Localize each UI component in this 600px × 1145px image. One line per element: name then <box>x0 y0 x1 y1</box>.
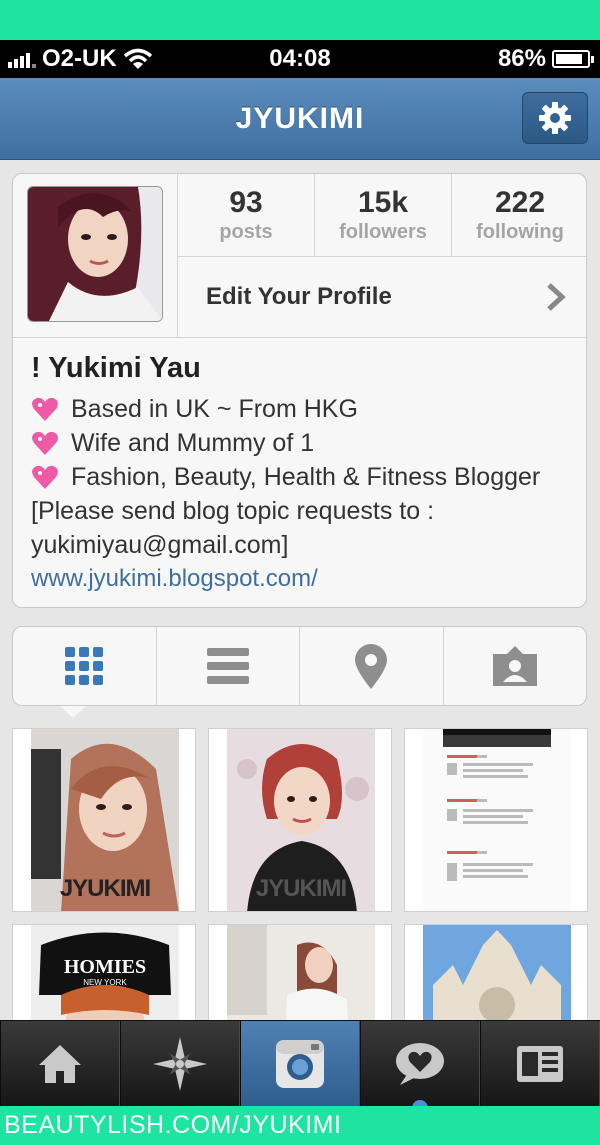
stat-count: 93 <box>229 186 263 219</box>
bio-note: [Please send blog topic requests to : <box>31 497 435 525</box>
website-link[interactable]: www.jyukimi.blogspot.com/ <box>31 562 586 596</box>
settings-button[interactable] <box>522 92 588 144</box>
stat-count: 15k <box>357 186 409 219</box>
tab-tagged-photos[interactable] <box>442 627 587 705</box>
bio-text: Based in UK ~ From HKG <box>71 395 358 423</box>
status-bar: O2-UK 04:08 86% <box>0 40 600 78</box>
camera-icon <box>276 1039 324 1088</box>
tab-grid-view[interactable] <box>13 627 156 705</box>
grid-view-icon <box>65 647 104 685</box>
gear-icon <box>539 102 571 134</box>
profile-stats: 93 posts 15k followers 222 following <box>178 174 586 256</box>
sparkling-heart-icon <box>32 465 58 489</box>
battery-percent: 86% <box>497 45 546 72</box>
bio-line: Wife and Mummy of 1 <box>31 426 586 460</box>
photo-watermark: JYUKIMI <box>59 875 151 902</box>
chevron-right-icon <box>547 283 566 311</box>
nav-bar: JYUKIMI <box>0 78 600 160</box>
phone-screen: O2-UK 04:08 86% JYUKIMI 93 posts 15k fol… <box>0 40 600 1106</box>
watermark-footer: BEAUTYLISH.COM/JYUKIMI <box>0 1106 600 1145</box>
photo-thumbnail[interactable]: JYUKIMI <box>208 728 392 912</box>
news-icon <box>396 1042 444 1085</box>
bio-line: Based in UK ~ From HKG <box>31 392 586 426</box>
battery-icon <box>552 50 594 68</box>
profile-card: 93 posts 15k followers 222 following Edi… <box>12 173 587 608</box>
photo-thumbnail[interactable]: JYUKIMI <box>12 728 196 912</box>
stat-posts[interactable]: 93 posts <box>178 174 314 256</box>
stat-label: followers <box>339 221 427 243</box>
tab-list-view[interactable] <box>155 627 300 705</box>
stat-count: 222 <box>494 186 546 219</box>
explore-icon <box>153 1036 207 1091</box>
tab-explore[interactable] <box>120 1021 240 1106</box>
tab-camera[interactable] <box>240 1021 360 1106</box>
view-tabs <box>12 626 587 706</box>
edit-profile-button[interactable]: Edit Your Profile <box>178 256 586 337</box>
home-icon <box>39 1044 81 1083</box>
edit-profile-label: Edit Your Profile <box>206 283 392 310</box>
tab-profile[interactable] <box>480 1021 600 1106</box>
photo-watermark: JYUKIMI <box>255 875 347 902</box>
status-right: 86% <box>497 45 594 73</box>
avatar[interactable] <box>27 186 163 322</box>
bio-text: Wife and Mummy of 1 <box>71 429 315 457</box>
battery-level-fill <box>556 54 582 64</box>
profile-name: ! Yukimi Yau <box>31 352 201 384</box>
profile-icon <box>517 1045 563 1082</box>
active-tab-pointer <box>60 706 86 718</box>
bottom-tab-bar <box>0 1020 600 1106</box>
page-title: JYUKIMI <box>235 102 365 135</box>
stat-followers[interactable]: 15k followers <box>314 174 451 256</box>
profile-bio: ! Yukimi Yau Based in UK ~ From HKG Wife… <box>13 337 586 607</box>
stat-label: posts <box>219 221 273 243</box>
sparkling-heart-icon <box>32 431 58 455</box>
tab-map-view[interactable] <box>299 627 443 705</box>
list-view-icon <box>206 648 249 684</box>
bio-line: Fashion, Beauty, Health & Fitness Blogge… <box>31 460 586 494</box>
beanie-text: HOMIES <box>64 956 146 978</box>
photo-thumbnail[interactable] <box>404 728 588 912</box>
tagged-photos-icon <box>492 646 537 686</box>
bio-text: Fashion, Beauty, Health & Fitness Blogge… <box>71 463 541 491</box>
map-pin-icon <box>355 644 388 689</box>
bio-email: yukimiyau@gmail.com] <box>31 531 289 559</box>
stat-label: following <box>476 221 564 243</box>
tab-news[interactable] <box>360 1021 480 1106</box>
avatar-photo <box>28 187 162 321</box>
sparkling-heart-icon <box>32 397 58 421</box>
stat-following[interactable]: 222 following <box>451 174 586 256</box>
beanie-subtext: NEW YORK <box>83 978 127 987</box>
blog-screenshot-photo <box>423 729 571 911</box>
tab-home[interactable] <box>0 1021 120 1106</box>
